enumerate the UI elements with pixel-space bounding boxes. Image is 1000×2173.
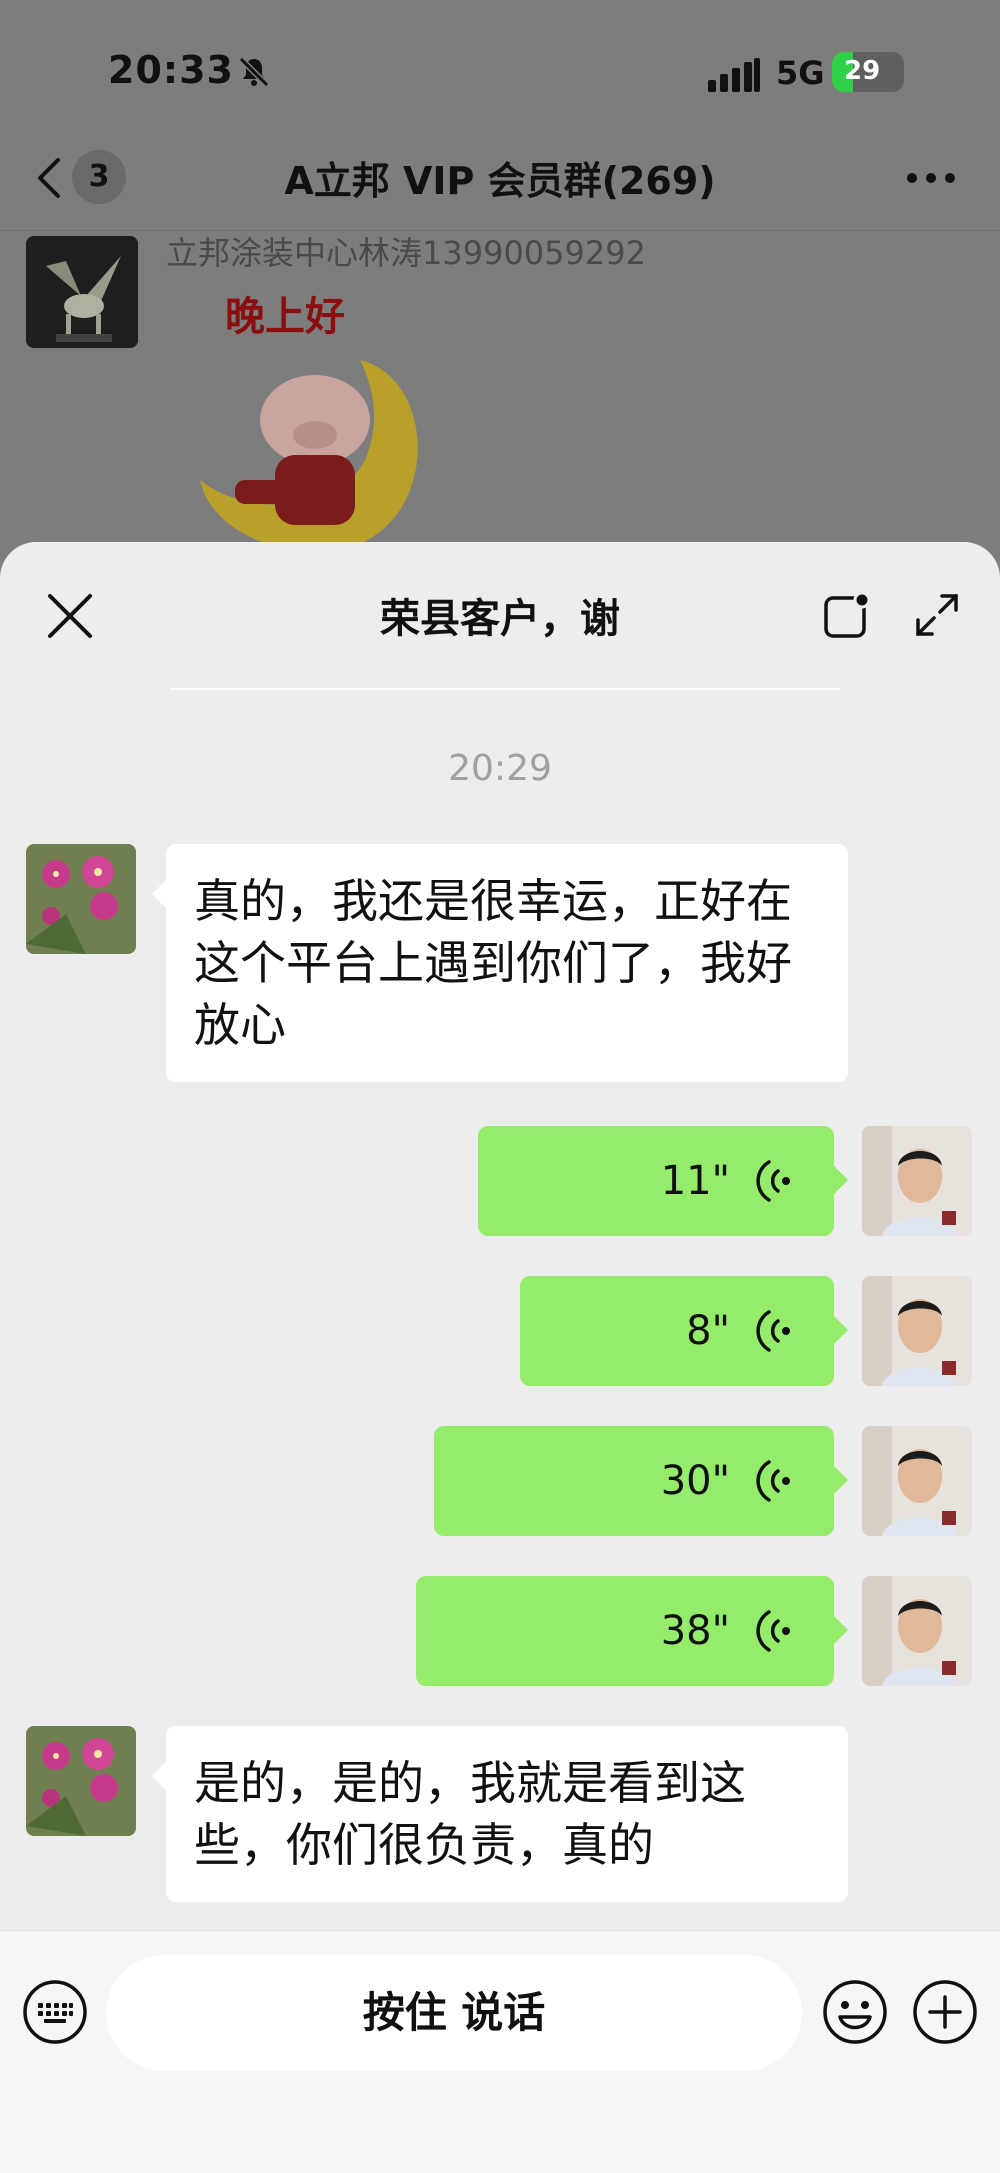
user-photo-avatar — [862, 1576, 972, 1686]
voice-message-bubble[interactable]: 30" — [434, 1426, 848, 1536]
status-bar: 20:33 5G 29 — [0, 0, 1000, 140]
battery-icon: 29 — [832, 52, 904, 92]
pegasus-avatar-image — [26, 236, 138, 348]
more-dots-icon[interactable] — [906, 172, 956, 184]
sticker-greeting-text: 晚上好 — [225, 293, 345, 340]
keyboard-icon[interactable] — [22, 1979, 88, 2045]
voice-wave-icon — [756, 1460, 790, 1502]
voice-wave-icon — [756, 1160, 790, 1202]
bell-slash-icon — [238, 56, 270, 88]
voice-duration: 11" — [660, 1158, 730, 1204]
my-avatar[interactable] — [862, 1576, 972, 1686]
signal-icon — [708, 58, 760, 92]
my-avatar[interactable] — [862, 1276, 972, 1386]
emoji-icon[interactable] — [822, 1979, 888, 2045]
hold-to-talk-button[interactable]: 按住 说话 — [106, 1955, 802, 2071]
voice-message-bubble[interactable]: 11" — [478, 1126, 848, 1236]
contact-avatar[interactable] — [26, 1726, 136, 1836]
voice-duration: 38" — [660, 1608, 730, 1654]
message-text-bubble[interactable]: 是的，是的，我就是看到这些，你们很负责，真的 — [152, 1726, 848, 1902]
user-photo-avatar — [862, 1126, 972, 1236]
group-title: A立邦 VIP 会员群(269) — [284, 159, 716, 203]
user-photo-avatar — [862, 1426, 972, 1536]
network-type: 5G — [776, 54, 825, 92]
plus-icon[interactable] — [912, 1979, 978, 2045]
my-avatar[interactable] — [862, 1426, 972, 1536]
voice-wave-icon — [756, 1310, 790, 1352]
background-sender-name: 立邦涂装中心林涛13990059292 — [166, 234, 646, 272]
minimize-icon[interactable] — [822, 590, 872, 640]
user-photo-avatar — [862, 1276, 972, 1386]
voice-wave-icon — [756, 1610, 790, 1652]
sheet-divider — [170, 688, 840, 690]
my-avatar[interactable] — [862, 1126, 972, 1236]
voice-message-bubble[interactable]: 8" — [520, 1276, 848, 1386]
message-text-bubble[interactable]: 真的，我还是很幸运，正好在这个平台上遇到你们了，我好放心 — [152, 844, 848, 1082]
message-timestamp: 20:29 — [448, 748, 552, 789]
status-time: 20:33 — [108, 48, 234, 92]
input-bar: 按住 说话 — [0, 1930, 1000, 2173]
voice-duration: 30" — [660, 1458, 730, 1504]
sender-avatar[interactable] — [26, 236, 138, 348]
contact-avatar[interactable] — [26, 844, 136, 954]
voice-duration: 8" — [686, 1308, 730, 1354]
floating-chat-sheet: 荣县客户，谢 20:29 真的，我还是很幸运，正好在这个平台上遇到你们了，我好放… — [0, 542, 1000, 2173]
flower-avatar-image — [26, 844, 136, 954]
voice-message-bubble[interactable]: 38" — [416, 1576, 848, 1686]
battery-level: 29 — [844, 56, 881, 86]
flower-avatar-image — [26, 1726, 136, 1836]
expand-icon[interactable] — [912, 590, 962, 640]
